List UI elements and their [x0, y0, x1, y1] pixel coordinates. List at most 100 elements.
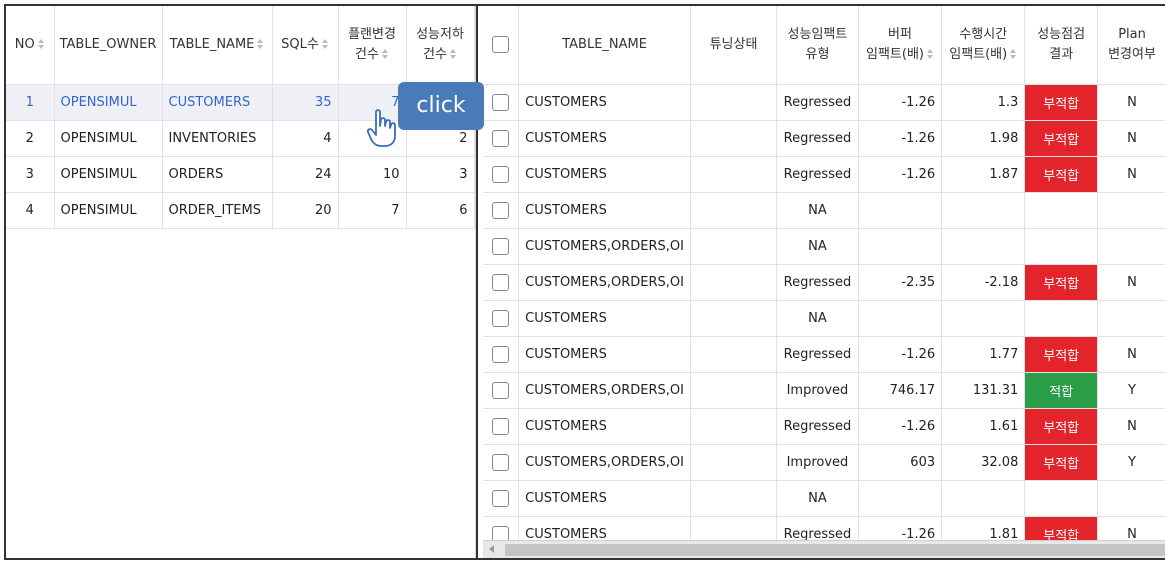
table-name-cell[interactable]: CUSTOMERS [518, 480, 691, 517]
row-no-cell[interactable]: 1 [6, 84, 55, 121]
plan-changed-cell[interactable]: N [1097, 120, 1165, 157]
table-name-cell[interactable]: CUSTOMERS,ORDERS,OI [518, 372, 691, 409]
table-row[interactable]: CUSTOMERS Regressed -1.26 1.77 부적합 N [483, 336, 1165, 373]
tuning-status-cell[interactable] [690, 264, 777, 301]
sql-count-cell[interactable]: 4 [272, 120, 339, 157]
tuning-status-cell[interactable] [690, 372, 777, 409]
sort-arrows-icon[interactable] [37, 39, 45, 50]
plan-changed-cell[interactable]: Y [1097, 444, 1165, 481]
elapsed-impact-cell[interactable]: 1.3 [941, 84, 1026, 121]
checkbox-icon[interactable] [492, 381, 510, 399]
owner-cell[interactable]: OPENSIMUL [54, 120, 163, 157]
tuning-status-cell[interactable] [690, 480, 777, 517]
sort-arrows-icon[interactable] [449, 49, 457, 60]
checkbox-icon[interactable] [492, 35, 510, 53]
perf-drop-count-cell[interactable]: 6 [406, 192, 475, 229]
tuning-status-cell[interactable] [690, 120, 777, 157]
sql-count-cell[interactable]: 20 [272, 192, 339, 229]
table-name-cell[interactable]: CUSTOMERS,ORDERS,OI [518, 444, 691, 481]
col-header-select-all[interactable] [483, 6, 520, 85]
sort-arrows-icon[interactable] [1010, 49, 1017, 60]
table-row[interactable]: CUSTOMERS,ORDERS,OI NA [483, 228, 1165, 265]
buffer-impact-cell[interactable] [858, 300, 943, 337]
col-header-table-name[interactable]: TABLE_NAME [518, 6, 691, 85]
table-row[interactable]: CUSTOMERS Regressed -1.26 1.3 부적합 N [483, 84, 1165, 121]
sort-arrows-icon[interactable] [321, 39, 329, 50]
row-no-cell[interactable]: 3 [6, 156, 55, 193]
plan-changed-cell[interactable] [1097, 228, 1165, 265]
impact-type-cell[interactable]: Regressed [776, 264, 859, 301]
owner-cell[interactable]: OPENSIMUL [54, 156, 163, 193]
impact-type-cell[interactable]: NA [776, 192, 859, 229]
row-select-cell[interactable] [483, 264, 520, 301]
row-select-cell[interactable] [483, 372, 520, 409]
table-row[interactable]: CUSTOMERS,ORDERS,OI Improved 603 32.08 부적합 Y [483, 444, 1165, 481]
tuning-status-cell[interactable] [690, 336, 777, 373]
checkbox-icon[interactable] [492, 453, 510, 471]
impact-type-cell[interactable]: Regressed [776, 336, 859, 373]
col-header-buffer-impact[interactable]: 버퍼 임팩트(배) [858, 6, 943, 85]
tuning-status-cell[interactable] [690, 192, 777, 229]
elapsed-impact-cell[interactable]: 1.61 [941, 408, 1026, 445]
buffer-impact-cell[interactable]: -2.35 [858, 264, 943, 301]
row-select-cell[interactable] [483, 336, 520, 373]
plan-changed-cell[interactable] [1097, 192, 1165, 229]
perf-drop-count-cell[interactable]: 3 [406, 156, 475, 193]
checkbox-icon[interactable] [492, 417, 510, 435]
table-row[interactable]: CUSTOMERS NA [483, 192, 1165, 229]
scrollbar-thumb[interactable] [505, 544, 1165, 556]
checkbox-icon[interactable] [492, 237, 510, 255]
buffer-impact-cell[interactable]: -1.26 [858, 336, 943, 373]
scroll-left-icon[interactable] [489, 545, 494, 553]
impact-type-cell[interactable]: Regressed [776, 156, 859, 193]
elapsed-impact-cell[interactable]: 32.08 [941, 444, 1026, 481]
impact-type-cell[interactable]: NA [776, 300, 859, 337]
checkbox-icon[interactable] [492, 489, 510, 507]
plan-changed-cell[interactable] [1097, 300, 1165, 337]
row-select-cell[interactable] [483, 480, 520, 517]
col-header-check-result[interactable]: 성능점검 결과 [1024, 6, 1099, 85]
impact-type-cell[interactable]: Improved [776, 372, 859, 409]
checkbox-icon[interactable] [492, 129, 510, 147]
plan-change-count-cell[interactable]: 7 [338, 192, 407, 229]
plan-changed-cell[interactable]: N [1097, 408, 1165, 445]
table-row[interactable]: CUSTOMERS,ORDERS,OI Regressed -2.35 -2.18 부적… [483, 264, 1165, 301]
row-select-cell[interactable] [483, 120, 520, 157]
buffer-impact-cell[interactable] [858, 192, 943, 229]
col-header-elapsed-impact[interactable]: 수행시간 임팩트(배) [941, 6, 1026, 85]
elapsed-impact-cell[interactable] [941, 300, 1026, 337]
table-name-cell[interactable]: CUSTOMERS [162, 84, 273, 121]
row-select-cell[interactable] [483, 300, 520, 337]
buffer-impact-cell[interactable]: -1.26 [858, 84, 943, 121]
impact-type-cell[interactable]: NA [776, 480, 859, 517]
row-no-cell[interactable]: 4 [6, 192, 55, 229]
tuning-status-cell[interactable] [690, 156, 777, 193]
col-header-sql[interactable]: SQL수 [272, 6, 339, 85]
elapsed-impact-cell[interactable]: 1.98 [941, 120, 1026, 157]
col-header-owner[interactable]: TABLE_OWNER [54, 6, 163, 85]
elapsed-impact-cell[interactable]: 1.77 [941, 336, 1026, 373]
table-row[interactable]: 4 OPENSIMUL ORDER_ITEMS 20 7 6 [6, 192, 475, 229]
table-row[interactable]: CUSTOMERS Regressed -1.26 1.98 부적합 N [483, 120, 1165, 157]
table-name-cell[interactable]: INVENTORIES [162, 120, 273, 157]
sql-count-cell[interactable]: 35 [272, 84, 339, 121]
table-name-cell[interactable]: CUSTOMERS,ORDERS,OI [518, 264, 691, 301]
impact-type-cell[interactable]: Improved [776, 444, 859, 481]
elapsed-impact-cell[interactable]: 131.31 [941, 372, 1026, 409]
table-name-cell[interactable]: CUSTOMERS [518, 408, 691, 445]
impact-type-cell[interactable]: NA [776, 228, 859, 265]
table-name-cell[interactable]: CUSTOMERS [518, 156, 691, 193]
tuning-status-cell[interactable] [690, 408, 777, 445]
row-no-cell[interactable]: 2 [6, 120, 55, 157]
col-header-name[interactable]: TABLE_NAME [162, 6, 273, 85]
table-name-cell[interactable]: CUSTOMERS [518, 120, 691, 157]
buffer-impact-cell[interactable]: -1.26 [858, 156, 943, 193]
row-select-cell[interactable] [483, 84, 520, 121]
row-select-cell[interactable] [483, 228, 520, 265]
table-name-cell[interactable]: CUSTOMERS [518, 336, 691, 373]
elapsed-impact-cell[interactable]: 1.87 [941, 156, 1026, 193]
table-name-cell[interactable]: CUSTOMERS,ORDERS,OI [518, 228, 691, 265]
plan-changed-cell[interactable]: N [1097, 84, 1165, 121]
row-select-cell[interactable] [483, 192, 520, 229]
col-header-perf-drop[interactable]: 성능저하 건수 [406, 6, 475, 85]
